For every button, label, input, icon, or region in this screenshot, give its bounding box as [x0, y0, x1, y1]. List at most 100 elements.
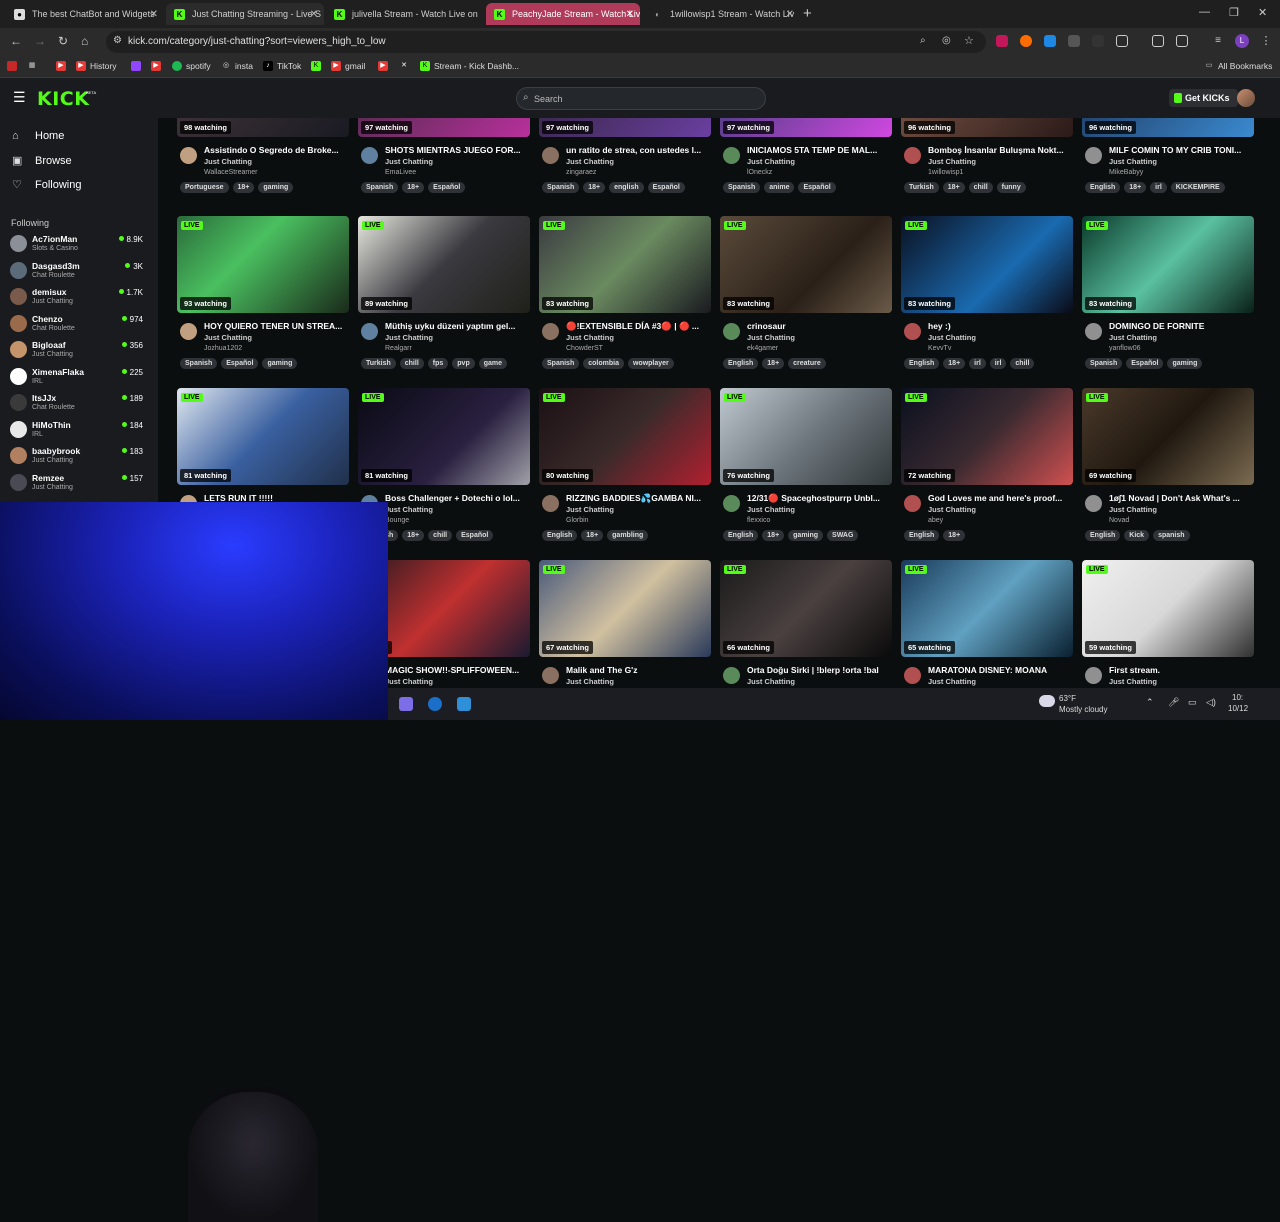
- stream-tag[interactable]: colombia: [583, 358, 624, 369]
- streamer-avatar[interactable]: [180, 147, 197, 164]
- stream-title[interactable]: First stream.: [1109, 665, 1254, 675]
- streamer-name[interactable]: Bounge: [385, 517, 409, 524]
- stream-category[interactable]: Just Chatting: [385, 157, 433, 166]
- puzzle-icon[interactable]: [1116, 35, 1128, 47]
- streamer-name[interactable]: WallaceStreamer: [204, 169, 257, 176]
- stream-tag[interactable]: 18+: [581, 530, 604, 541]
- stream-tag[interactable]: Spanish: [1085, 358, 1123, 369]
- discord-icon[interactable]: [399, 697, 413, 711]
- stream-thumbnail[interactable]: 96 watching: [901, 118, 1073, 137]
- following-item[interactable]: HiMoThin IRL 184: [10, 417, 150, 443]
- streamer-name[interactable]: ChowderST: [566, 345, 603, 352]
- mic-icon[interactable]: 🎤︎: [1168, 697, 1179, 708]
- stream-category[interactable]: Just Chatting: [566, 505, 614, 514]
- close-icon[interactable]: ✕: [150, 9, 158, 20]
- stream-thumbnail[interactable]: LIVE 89 watching: [358, 216, 530, 313]
- stream-tag[interactable]: Spanish: [361, 182, 399, 193]
- following-item[interactable]: Dasgasd3m Chat Roulette 3K: [10, 258, 150, 284]
- streamer-name[interactable]: yanflow06: [1109, 345, 1141, 352]
- close-icon[interactable]: ✕: [626, 9, 634, 20]
- streamer-avatar[interactable]: [723, 323, 740, 340]
- home-icon[interactable]: ⌂: [81, 34, 88, 48]
- stream-title[interactable]: HOY QUIERO TENER UN STREA...: [204, 321, 349, 331]
- photos-icon[interactable]: [457, 697, 471, 711]
- streamer-avatar[interactable]: [904, 323, 921, 340]
- stream-thumbnail[interactable]: LIVE 59 watching: [1082, 560, 1254, 657]
- kebab-menu-icon[interactable]: ⋮: [1260, 35, 1272, 47]
- streamer-name[interactable]: MikeBabyy: [1109, 169, 1143, 176]
- following-item[interactable]: Ac7ionMan Slots & Casino 8.9K: [10, 231, 150, 257]
- stream-category[interactable]: Just Chatting: [928, 505, 976, 514]
- stream-title[interactable]: Orta Doğu Sirki | !blerp !orta !bal: [747, 665, 892, 675]
- reload-icon[interactable]: ↻: [58, 34, 68, 48]
- stream-category[interactable]: Just Chatting: [1109, 505, 1157, 514]
- stream-thumbnail[interactable]: LIVE 69 watching: [1082, 388, 1254, 485]
- streamer-avatar[interactable]: [1085, 495, 1102, 512]
- streamer-name[interactable]: Jozhua1202: [204, 345, 242, 352]
- following-item[interactable]: demisux Just Chatting 1.7K: [10, 284, 150, 310]
- streamer-name[interactable]: abey: [928, 517, 943, 524]
- streamer-avatar[interactable]: [361, 147, 378, 164]
- streamer-avatar[interactable]: [904, 147, 921, 164]
- streamer-avatar[interactable]: [361, 323, 378, 340]
- stream-title[interactable]: Malik and The G'z: [566, 665, 711, 675]
- stream-category[interactable]: Just Chatting: [747, 677, 795, 686]
- all-bookmarks[interactable]: ▭ All Bookmarks: [1204, 61, 1273, 71]
- youtube-icon[interactable]: ▶: [151, 61, 165, 71]
- stream-tag[interactable]: 18+: [942, 182, 965, 193]
- user-avatar[interactable]: [1237, 89, 1255, 107]
- stream-thumbnail[interactable]: LIVE 81 watching: [177, 388, 349, 485]
- stream-title[interactable]: DOMINGO DE FORNITE: [1109, 321, 1254, 331]
- new-tab-button[interactable]: +: [803, 5, 812, 22]
- bookmark-history[interactable]: ▶ History: [76, 61, 116, 71]
- stream-thumbnail[interactable]: 98 watching: [177, 118, 349, 137]
- extension-icon[interactable]: [1044, 35, 1056, 47]
- streamer-avatar[interactable]: [904, 495, 921, 512]
- stream-category[interactable]: Just Chatting: [566, 157, 614, 166]
- stream-tag[interactable]: English: [1085, 530, 1121, 541]
- volume-icon[interactable]: ◁): [1206, 697, 1216, 708]
- forward-icon[interactable]: →: [34, 34, 46, 48]
- stream-title[interactable]: Boss Challenger + Dotechi o lol...: [385, 493, 530, 503]
- stream-title[interactable]: 12/31🔴 Spaceghostpurrp Unbl...: [747, 493, 892, 504]
- chevron-up-icon[interactable]: ⌃: [1146, 697, 1154, 708]
- youtube-icon[interactable]: ▶: [378, 61, 392, 71]
- x-icon[interactable]: ✕: [399, 61, 413, 71]
- stream-thumbnail[interactable]: LIVE 66 watching: [720, 560, 892, 657]
- profile-avatar-icon[interactable]: L: [1235, 34, 1249, 48]
- tab-just-chatting[interactable]: K Just Chatting Streaming - Live S ✕: [166, 3, 324, 25]
- stream-category[interactable]: Just Chatting: [747, 333, 795, 342]
- address-bar[interactable]: ⚙ kick.com/category/just-chatting?sort=v…: [106, 31, 986, 53]
- stream-tag[interactable]: Turkish: [904, 182, 939, 193]
- stream-tag[interactable]: wowplayer: [627, 358, 674, 369]
- stream-tag[interactable]: irl: [989, 358, 1007, 369]
- bookmark-star-icon[interactable]: ☆: [964, 34, 974, 47]
- network-icon[interactable]: ▭: [1188, 697, 1197, 708]
- back-icon[interactable]: ←: [10, 34, 22, 48]
- menu-lines-icon[interactable]: ≡: [1212, 35, 1224, 47]
- stream-category[interactable]: Just Chatting: [566, 333, 614, 342]
- stream-title[interactable]: MARATONA DISNEY: MOANA: [928, 665, 1073, 675]
- tab-peachyjade[interactable]: K PeachyJade Stream - Watch Liv ✕: [486, 3, 640, 25]
- stream-tag[interactable]: pvp: [452, 358, 475, 369]
- stream-tag[interactable]: fps: [427, 358, 449, 369]
- stream-thumbnail[interactable]: LIVE 93 watching: [177, 216, 349, 313]
- stream-tag[interactable]: English: [1085, 182, 1121, 193]
- stream-title[interactable]: 🔴!EXTENSIBLE DÍA #3🔴 | 🔴 ...: [566, 321, 711, 332]
- stream-thumbnail[interactable]: LIVE 72 watching: [901, 388, 1073, 485]
- tab-1willowisp1[interactable]: ◐ 1willowisp1 Stream - Watch Liv ✕: [644, 3, 800, 25]
- stream-tag[interactable]: irl: [1150, 182, 1167, 193]
- stream-tag[interactable]: chill: [428, 530, 453, 541]
- stream-category[interactable]: Just Chatting: [1109, 677, 1157, 686]
- following-item[interactable]: baabybrook Just Chatting 183: [10, 443, 150, 469]
- window-close-icon[interactable]: ✕: [1258, 6, 1267, 19]
- streamer-avatar[interactable]: [723, 667, 740, 684]
- stream-tag[interactable]: Español: [1126, 358, 1164, 369]
- tab-julivella[interactable]: K julivella Stream - Watch Live on: [326, 3, 484, 25]
- stream-title[interactable]: Müthiş uyku düzeni yaptım gel...: [385, 321, 530, 331]
- stream-thumbnail[interactable]: LIVE 83 watching: [720, 216, 892, 313]
- stream-category[interactable]: Just Chatting: [1109, 157, 1157, 166]
- streamer-avatar[interactable]: [1085, 147, 1102, 164]
- stream-category[interactable]: Just Chatting: [385, 333, 433, 342]
- stream-tag[interactable]: 18+: [232, 182, 255, 193]
